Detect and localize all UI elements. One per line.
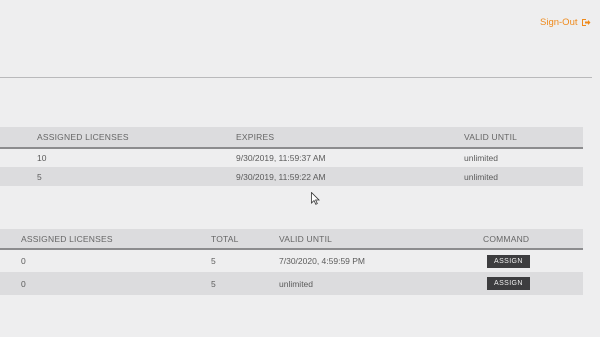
command-cell: ASSIGN <box>482 272 583 295</box>
command-cell: ASSIGN <box>482 249 583 272</box>
mouse-pointer-icon <box>311 192 320 205</box>
valid-until-cell: unlimited <box>278 272 482 295</box>
assigned-licenses-cell: 5 <box>0 167 235 186</box>
assigned-licenses-cell: 0 <box>0 272 210 295</box>
table-row: 0 5 unlimited ASSIGN <box>0 272 583 295</box>
table-row: 0 5 7/30/2020, 4:59:59 PM ASSIGN <box>0 249 583 272</box>
licenses-table: ASSIGNED LICENSES TOTAL VALID UNTIL COMM… <box>0 229 583 295</box>
total-cell: 5 <box>210 272 278 295</box>
valid-until-cell: unlimited <box>463 167 583 186</box>
column-header-assigned-licenses: ASSIGNED LICENSES <box>0 229 210 249</box>
column-header-valid-until: VALID UNTIL <box>278 229 482 249</box>
sign-out-link[interactable]: Sign-Out <box>540 17 591 28</box>
column-header-expires: EXPIRES <box>235 127 463 148</box>
valid-until-cell: unlimited <box>463 148 583 167</box>
header-divider <box>0 77 592 78</box>
valid-until-cell: 7/30/2020, 4:59:59 PM <box>278 249 482 272</box>
licenses-table: ASSIGNED LICENSES EXPIRES VALID UNTIL 10… <box>0 127 583 186</box>
table-header-row: ASSIGNED LICENSES EXPIRES VALID UNTIL <box>0 127 583 148</box>
assigned-licenses-cell: 10 <box>0 148 235 167</box>
column-header-command: COMMAND <box>482 229 583 249</box>
column-header-valid-until: VALID UNTIL <box>463 127 583 148</box>
table-row: 5 9/30/2019, 11:59:22 AM unlimited <box>0 167 583 186</box>
expires-cell: 9/30/2019, 11:59:37 AM <box>235 148 463 167</box>
column-header-total: TOTAL <box>210 229 278 249</box>
sign-out-icon[interactable] <box>581 18 591 27</box>
total-cell: 5 <box>210 249 278 272</box>
table-header-row: ASSIGNED LICENSES TOTAL VALID UNTIL COMM… <box>0 229 583 249</box>
column-header-assigned-licenses: ASSIGNED LICENSES <box>0 127 235 148</box>
assigned-licenses-cell: 0 <box>0 249 210 272</box>
assign-button[interactable]: ASSIGN <box>487 277 530 290</box>
expires-cell: 9/30/2019, 11:59:22 AM <box>235 167 463 186</box>
sign-out-label[interactable]: Sign-Out <box>540 17 578 28</box>
table-row: 10 9/30/2019, 11:59:37 AM unlimited <box>0 148 583 167</box>
assign-button[interactable]: ASSIGN <box>487 255 530 268</box>
page: Sign-Out ASSIGNED LICENSES EXPIRES VALID… <box>0 0 600 337</box>
